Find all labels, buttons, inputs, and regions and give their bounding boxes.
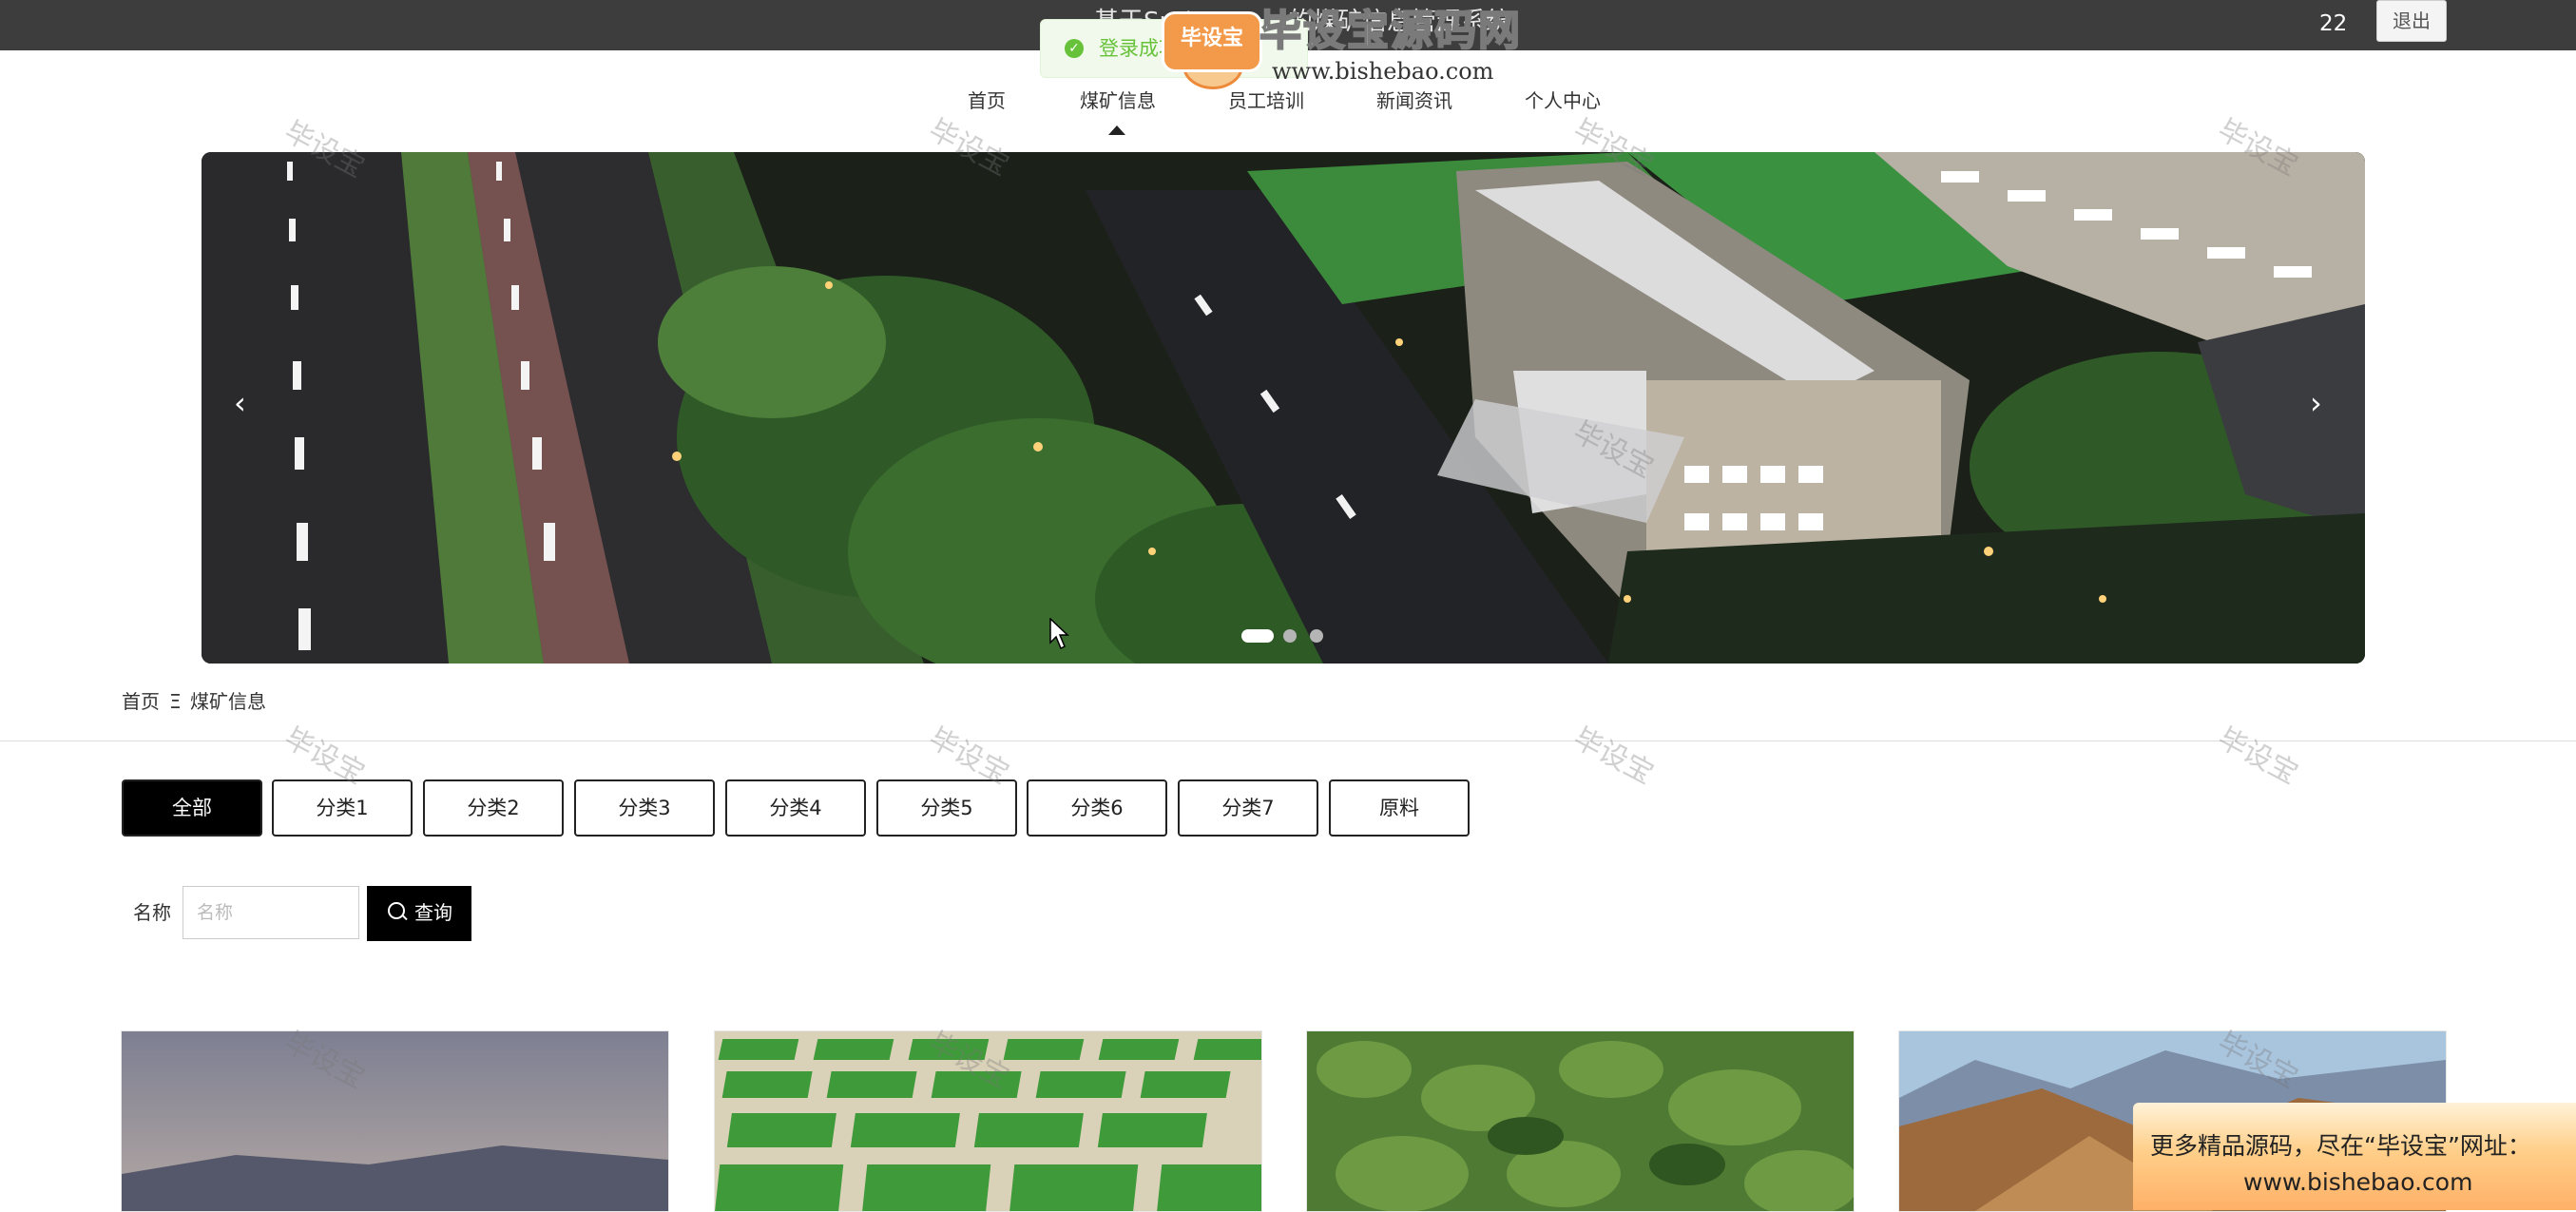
carousel-indicator[interactable] — [1310, 629, 1323, 643]
promo-url[interactable]: www.bishebao.com — [2243, 1165, 2472, 1200]
watermark: 毕设宝 — [1567, 721, 1660, 792]
user-name[interactable]: 22 — [2319, 8, 2347, 40]
watermark-logo-url: www.bishebao.com — [1272, 58, 1494, 85]
nav-item-training[interactable]: 员工培训 — [1228, 86, 1304, 116]
nav-item-news[interactable]: 新闻资讯 — [1376, 86, 1452, 116]
breadcrumb-home[interactable]: 首页 — [122, 686, 160, 717]
category-item[interactable]: 分类3 — [574, 779, 715, 837]
product-card[interactable] — [121, 1030, 669, 1212]
success-check-icon: ✓ — [1065, 39, 1084, 58]
category-item[interactable]: 分类6 — [1027, 779, 1167, 837]
category-item[interactable]: 分类1 — [272, 779, 413, 837]
banner-carousel[interactable] — [202, 152, 2365, 664]
category-item[interactable]: 分类7 — [1178, 779, 1318, 837]
name-search-input[interactable] — [183, 886, 359, 939]
carousel-next-icon[interactable]: › — [2310, 384, 2322, 422]
carousel-indicator[interactable] — [1283, 629, 1297, 643]
watermark-logo-badge: 毕设宝 — [1162, 11, 1262, 72]
promo-text: 更多精品源码，尽在“毕设宝”网址： — [2150, 1132, 2531, 1160]
nav-item-profile[interactable]: 个人中心 — [1525, 86, 1601, 116]
nav-item-coal-info[interactable]: 煤矿信息 — [1080, 86, 1156, 116]
breadcrumb-current: 煤矿信息 — [190, 690, 266, 713]
category-item[interactable]: 分类4 — [725, 779, 866, 837]
search-button-label: 查询 — [414, 901, 452, 924]
carousel-indicator[interactable] — [1241, 629, 1274, 643]
mouse-cursor-icon — [1049, 618, 1069, 650]
product-card[interactable] — [1306, 1030, 1855, 1212]
logout-button[interactable]: 退出 — [2376, 0, 2447, 42]
nav-item-home[interactable]: 首页 — [968, 86, 1006, 116]
watermark-logo-title: 毕设宝源码网 — [1259, 6, 1522, 56]
product-image — [122, 1031, 668, 1211]
banner-image — [202, 152, 2365, 664]
category-raw-material[interactable]: 原料 — [1329, 779, 1470, 837]
breadcrumb-separator-icon: Ξ — [169, 690, 182, 713]
name-label: 名称 — [133, 901, 171, 924]
nav-active-caret-icon — [1108, 125, 1125, 135]
category-item[interactable]: 分类2 — [423, 779, 564, 837]
category-all[interactable]: 全部 — [122, 779, 262, 837]
carousel-prev-icon[interactable]: ‹ — [234, 384, 246, 422]
product-image — [1307, 1031, 1854, 1211]
watermark: 毕设宝 — [2212, 721, 2304, 792]
